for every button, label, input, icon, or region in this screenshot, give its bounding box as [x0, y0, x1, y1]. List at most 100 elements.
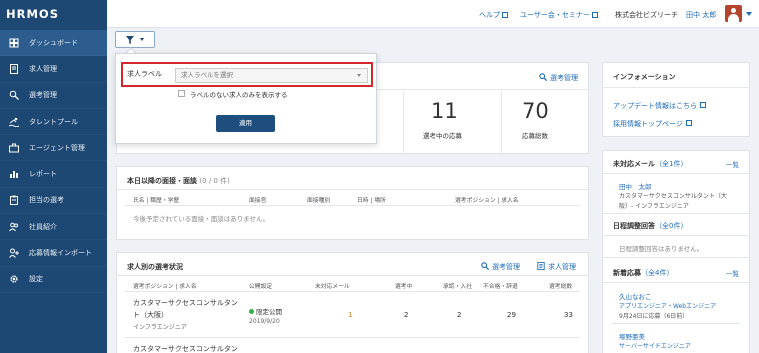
bar-chart-icon — [8, 169, 20, 179]
column-header: 承認・入社 — [443, 284, 472, 290]
mail-detail: カスタマーサクセスコンサルタント（大 — [619, 193, 727, 200]
filter-button[interactable] — [115, 31, 155, 48]
job-position: インフラエンジニア — [133, 324, 187, 331]
applicant-date: 9月24日に応募（6日前） — [619, 313, 689, 320]
sidebar-item-clipboard[interactable]: 担当の選考 — [0, 188, 107, 215]
filter-popup: 求人ラベル 求人ラベルを選択 ラベルのない求人のみを表示する 適用 — [115, 53, 377, 144]
sidebar-item-label: 担当の選考 — [29, 196, 64, 205]
sidebar-item-label: 社員紹介 — [29, 222, 57, 231]
import-icon — [8, 248, 20, 258]
unread-mail-title: 未対応メール（全1件） — [613, 160, 688, 168]
update-info-link[interactable]: アップデート情報はこちら — [613, 101, 706, 111]
recruit-top-link[interactable]: 採用情報トップページ — [613, 119, 692, 129]
sidebar-item-import[interactable]: 応募情報インポート — [0, 240, 107, 267]
column-header: 不合格・辞退 — [483, 284, 518, 290]
document-icon — [8, 63, 20, 74]
sidebar-item-label: 選考管理 — [29, 91, 57, 100]
sidebar-item-label: レポート — [29, 170, 57, 179]
jobs-selection-manage-label: 選考管理 — [492, 263, 520, 271]
selection-manage-label: 選考管理 — [550, 74, 578, 82]
column-header: 日時 | 場所 — [357, 198, 386, 204]
sidebar-item-dashboard[interactable]: ダッシュボード — [0, 30, 107, 57]
information-title: インフォメーション — [613, 73, 676, 81]
sidebar-item-document[interactable]: 求人管理 — [0, 56, 107, 83]
user-name[interactable]: 田中 太郎 — [686, 10, 716, 20]
company-name: 株式会社ビズリーチ — [615, 11, 678, 19]
chevron-down-icon — [357, 74, 361, 77]
sidebar-item-gear[interactable]: 設定 — [0, 267, 107, 293]
column-header: 面接官 — [249, 198, 267, 204]
job-name[interactable]: カスタマーサクセスコンサルタン — [133, 344, 238, 353]
sidebar-item-label: エージェント管理 — [29, 143, 85, 152]
applicant-name[interactable]: 塚野亜美 — [619, 331, 645, 341]
sidebar-item-people[interactable]: 社員紹介 — [0, 214, 107, 241]
column-header: 選考ポジション | 求人名 — [455, 198, 519, 204]
rejected-count: 29 — [507, 311, 516, 319]
mail-sender-name[interactable]: 田中 太郎 — [619, 181, 652, 191]
schedule-empty-message: 日程調整回答はありません。 — [619, 245, 704, 253]
unlabeled-only-label[interactable]: ラベルのない求人のみを表示する — [190, 89, 288, 99]
total-count: 33 — [564, 311, 573, 319]
unlabeled-only-checkbox[interactable] — [178, 90, 185, 97]
new-applications-count: （全4件） — [641, 269, 674, 277]
column-header: 公開設定 — [249, 284, 273, 290]
job-name[interactable]: カスタマーサクセスコンサルタン — [133, 298, 238, 308]
applicant-position: アプリエンジニア・Webエンジニア — [619, 303, 717, 310]
swimmer-icon — [8, 117, 20, 127]
sidebar-item-label: 求人管理 — [29, 64, 57, 73]
approved-count: 2 — [457, 311, 462, 319]
sidebar-item-label: タレントプール — [29, 117, 78, 126]
jobs-title: 求人別の選考状況 — [127, 263, 183, 271]
interviews-title: 本日以降の面接・面談 (0 / 0 件) — [127, 177, 230, 185]
chevron-down-icon[interactable] — [746, 12, 752, 16]
unread-mail-view-all[interactable]: 一覧 — [726, 159, 739, 169]
dashboard-icon — [8, 38, 20, 48]
search-icon — [539, 73, 547, 81]
external-link-icon — [685, 120, 692, 126]
sidebar-item-search-person[interactable]: 選考管理 — [0, 83, 107, 109]
applicant-position: サーバーサイドエンジニア — [619, 343, 691, 350]
applicant-name[interactable]: 久山なおこ — [619, 291, 652, 301]
stat-in-progress-label: 選考中の応募 — [423, 132, 462, 140]
search-person-icon — [8, 90, 20, 101]
mail-detail-line2: 阪）- インフラエンジニア — [619, 203, 689, 210]
schedule-count: （全0件） — [655, 222, 688, 230]
job-label-select[interactable]: 求人ラベルを選択 — [175, 68, 368, 83]
sidebar-item-bar-chart[interactable]: レポート — [0, 161, 107, 188]
interviews-empty-message: 今後予定されている面接・面談はありません。 — [133, 215, 270, 223]
apply-button[interactable]: 適用 — [216, 115, 275, 132]
stat-total-value: 70 — [522, 99, 549, 123]
avatar[interactable] — [725, 5, 742, 22]
unread-mail-count: （全1件） — [655, 160, 688, 168]
chevron-down-icon — [140, 38, 144, 41]
job-label-label: 求人ラベル — [127, 70, 162, 78]
sidebar-item-swimmer[interactable]: タレントプール — [0, 109, 107, 136]
job-manage-label: 求人管理 — [548, 263, 576, 271]
column-header: 選考中 — [395, 284, 413, 290]
job-label-select-placeholder: 求人ラベルを選択 — [181, 71, 233, 79]
external-link-icon — [700, 102, 706, 108]
help-link[interactable]: ヘルプ — [479, 10, 508, 20]
jobs-selection-manage-link[interactable]: 選考管理 — [481, 262, 520, 272]
column-header: 面接種別 — [307, 198, 331, 204]
job-manage-link[interactable]: 求人管理 — [537, 262, 576, 272]
search-icon — [481, 262, 489, 270]
document-icon — [537, 262, 545, 270]
interviews-count: (0 / 0 件) — [199, 177, 230, 185]
column-header: 選考ポジション | 求人名 — [133, 284, 197, 290]
status-dot-icon — [249, 309, 254, 314]
unread-mail-count[interactable]: 1 — [348, 311, 352, 319]
gear-icon — [8, 274, 20, 284]
sidebar-item-label: ダッシュボード — [29, 38, 78, 47]
filter-icon — [126, 35, 134, 44]
app-logo[interactable]: HRMOS — [0, 0, 107, 30]
job-name-line2[interactable]: ト（大阪） — [133, 310, 168, 320]
new-applications-title: 新着応募（全4件） — [613, 269, 674, 277]
column-header: 選考総数 — [549, 284, 573, 290]
new-applications-view-all[interactable]: 一覧 — [726, 268, 739, 278]
selection-manage-link[interactable]: 選考管理 — [539, 73, 578, 83]
community-link[interactable]: ユーザー会・セミナー — [520, 10, 598, 20]
sidebar-item-briefcase[interactable]: エージェント管理 — [0, 135, 107, 162]
publish-status: 限定公開 — [249, 306, 282, 316]
job-label-filter-row: 求人ラベル 求人ラベルを選択 — [121, 62, 373, 87]
